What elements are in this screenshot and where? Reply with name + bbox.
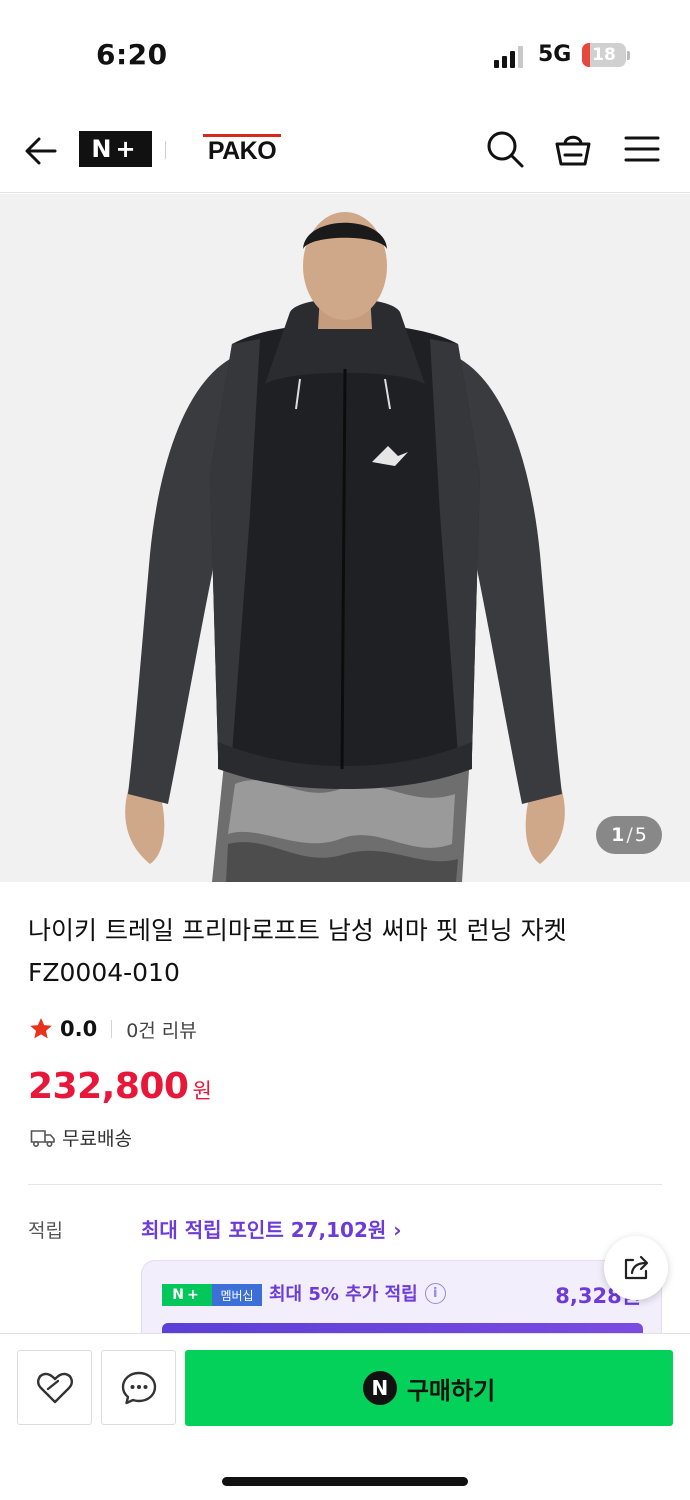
cart-button[interactable]	[553, 129, 593, 169]
review-count: 0건 리뷰	[126, 1019, 197, 1042]
chevron-right-icon: ›	[393, 1218, 402, 1242]
hamburger-menu-icon	[624, 136, 660, 162]
shipping-info: 무료배송	[30, 1124, 132, 1151]
buy-button[interactable]: N 구매하기	[185, 1350, 673, 1426]
brand-store-logo[interactable]: PAKO	[203, 134, 281, 166]
home-indicator[interactable]	[222, 1477, 468, 1486]
share-button[interactable]	[604, 1236, 668, 1300]
delivery-truck-icon	[30, 1129, 55, 1147]
rating-summary[interactable]: 0.0 0건 리뷰	[28, 1014, 197, 1044]
menu-button[interactable]	[622, 129, 662, 169]
shipping-label: 무료배송	[62, 1128, 132, 1150]
membership-extra-points: 최대 5% 추가 적립	[269, 1284, 418, 1305]
wishlist-button[interactable]	[17, 1350, 92, 1425]
image-counter-current: 1	[611, 824, 625, 846]
star-icon	[30, 1017, 52, 1039]
chat-button[interactable]	[101, 1350, 176, 1425]
battery-icon: 18	[582, 43, 626, 67]
battery-level: 18	[592, 45, 616, 65]
naver-pay-logo: N	[362, 1371, 397, 1405]
status-time: 6:20	[96, 38, 168, 71]
section-divider	[28, 1184, 662, 1185]
network-type: 5G	[538, 42, 572, 67]
buy-button-label: 구매하기	[406, 1376, 496, 1405]
battery-tip	[627, 51, 630, 60]
header-divider	[165, 141, 166, 159]
points-label: 적립	[28, 1220, 63, 1242]
brand-name: PAKO	[207, 137, 277, 165]
price-unit: 원	[192, 1079, 212, 1103]
arrow-left-icon	[25, 137, 57, 165]
membership-text-row: 최대 5% 추가 적립 i	[269, 1280, 446, 1306]
search-icon	[487, 131, 524, 168]
product-photo	[0, 194, 690, 882]
product-price: 232,800 원	[28, 1066, 212, 1107]
membership-badge-text: 멤버십	[212, 1284, 262, 1306]
signal-strength-icon	[494, 44, 524, 68]
top-navigation: N+ PAKO	[0, 110, 690, 193]
product-model-number: FZ0004-010	[28, 958, 180, 987]
product-image-gallery[interactable]: 1 / 5	[0, 194, 690, 882]
product-title-name: 나이키 트레일 프리마로프트 남성 써마 핏 런닝 자켓	[28, 916, 567, 945]
info-icon[interactable]: i	[424, 1282, 446, 1304]
rating-value: 0.0	[60, 1017, 98, 1041]
max-points-link[interactable]: 최대 적립 포인트 27,102원 ›	[141, 1214, 402, 1243]
membership-badge: N+ 멤버십	[162, 1284, 262, 1306]
heart-icon	[36, 1372, 73, 1403]
product-title: 나이키 트레일 프리마로프트 남성 써마 핏 런닝 자켓 FZ0004-010	[28, 910, 648, 994]
max-points-text: 최대 적립 포인트 27,102원	[141, 1218, 387, 1242]
shopping-basket-icon	[555, 135, 591, 166]
chat-bubble-icon	[121, 1371, 156, 1404]
membership-badge-logo: N+	[162, 1284, 212, 1306]
image-counter-total: 5	[634, 824, 647, 846]
bottom-action-bar: N 구매하기	[0, 1333, 690, 1500]
naver-plus-logo[interactable]: N+	[79, 131, 152, 167]
image-counter: 1 / 5	[596, 816, 662, 854]
status-bar: 6:20 5G 18	[0, 0, 690, 110]
rating-divider	[111, 1020, 113, 1038]
price-value: 232,800	[28, 1066, 189, 1107]
share-icon	[624, 1255, 649, 1280]
image-counter-separator: /	[626, 824, 633, 846]
search-button[interactable]	[485, 129, 525, 169]
back-button[interactable]	[20, 130, 62, 172]
